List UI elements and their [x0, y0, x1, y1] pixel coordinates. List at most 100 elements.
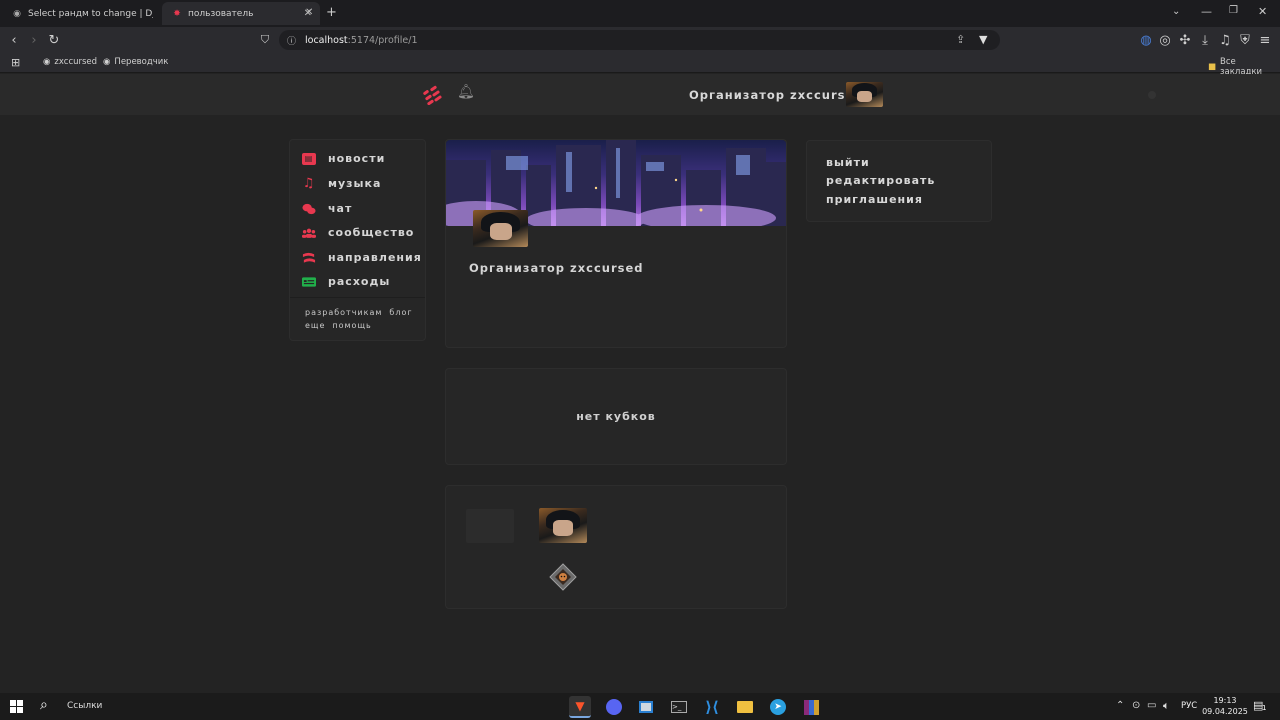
brand-logo-icon: ✸: [173, 8, 181, 19]
tab-django[interactable]: ◉ Select рандм to change | Django site: [2, 2, 158, 25]
sidebar-item-news[interactable]: ▤ новости: [302, 152, 385, 165]
profile-avatar[interactable]: [473, 210, 528, 247]
profile-actions-menu: выйти редактировать приглашения: [806, 140, 992, 222]
site-header: 🔔︎ Организатор zxccursed: [0, 74, 1280, 115]
placeholder-tile: [466, 509, 514, 543]
sidebar-item-label: сообщество: [328, 226, 415, 239]
download-icon[interactable]: ⤓: [1196, 31, 1214, 49]
members-card: [445, 485, 787, 609]
forward-icon[interactable]: ›: [25, 31, 43, 49]
apps-grid-icon[interactable]: ⊞: [11, 56, 20, 69]
site-info-icon[interactable]: ⓘ: [287, 34, 296, 47]
media-icon[interactable]: ♫: [1216, 31, 1234, 49]
restore-icon[interactable]: ❐: [1229, 5, 1238, 16]
bookmark-zxccursed[interactable]: ◉ zxccursed: [43, 57, 97, 67]
bookmark-icon[interactable]: ⛉: [256, 31, 274, 49]
more-link[interactable]: еще: [305, 321, 325, 330]
terminal-app-icon[interactable]: >_: [668, 696, 690, 718]
no-cups-text: нет кубков: [576, 410, 656, 423]
search-icon[interactable]: ⌕: [40, 697, 48, 713]
invites-link[interactable]: приглашения: [826, 193, 923, 206]
notification-count: 1: [1262, 704, 1267, 712]
profile-card: Организатор zxccursed: [445, 139, 787, 348]
sidebar-item-music[interactable]: ♫ музыка: [302, 176, 382, 191]
newspaper-icon: ▤: [302, 152, 316, 165]
sidebar-item-chat[interactable]: чат: [302, 202, 352, 215]
developers-link[interactable]: разработчикам: [305, 308, 382, 317]
chat-icon: [302, 203, 316, 215]
sidebar-item-label: чат: [328, 202, 353, 215]
sidebar-item-label: новости: [328, 152, 386, 165]
sidebar-divider: [290, 297, 425, 298]
sidebar-item-community[interactable]: сообщество: [302, 226, 414, 239]
folder-icon: ■: [1208, 62, 1217, 72]
winrar-app-icon[interactable]: [800, 696, 822, 718]
edit-link[interactable]: редактировать: [826, 174, 935, 187]
clock-date[interactable]: 09.04.2025: [1202, 707, 1248, 716]
extension-globe-icon[interactable]: ◍: [1137, 31, 1155, 49]
windows-taskbar: ⌕ Ссылки ▼ >_ ⟩⟨ ➤ ⌃ ⊙ ▭ 🔈︎ РУС 19:13 09…: [0, 693, 1280, 720]
browser-tab-bar: ◉ Select рандм to change | Django site ✸…: [0, 0, 1280, 27]
back-icon[interactable]: ‹: [5, 31, 23, 49]
brave-shield-icon[interactable]: ▼: [979, 33, 987, 46]
sidebar-footer-row-1: разработчикам блог: [305, 308, 413, 317]
share-icon[interactable]: ⇪: [956, 33, 965, 46]
telegram-app-icon[interactable]: ➤: [767, 696, 789, 718]
rank-badge-icon: [549, 563, 577, 591]
sidebar-footer-row-2: еще помощь: [305, 321, 372, 330]
sidebar-item-label: направления: [328, 251, 422, 264]
file-explorer-icon[interactable]: [734, 696, 756, 718]
address-bar[interactable]: ⓘ localhost:5174/profile/1 ⇪ ▼: [279, 30, 1000, 50]
menu-icon[interactable]: ≡: [1256, 31, 1274, 49]
logout-link[interactable]: выйти: [826, 156, 870, 169]
clock-time[interactable]: 19:13: [1205, 696, 1245, 705]
tab-title: Select рандм to change | Django site: [28, 8, 153, 19]
discord-app-icon[interactable]: [603, 696, 625, 718]
tray-app-icon[interactable]: ⊙: [1132, 700, 1140, 711]
tab-profile[interactable]: ✸ пользователь ✕: [162, 2, 320, 25]
minimize-icon[interactable]: —: [1201, 5, 1212, 18]
tab-search-icon[interactable]: ⌄: [1172, 6, 1180, 17]
window-app-icon[interactable]: [635, 696, 657, 718]
extensions-icon[interactable]: ✣: [1176, 31, 1194, 49]
globe-icon: ◉: [43, 57, 51, 67]
windows-start-icon[interactable]: [10, 700, 23, 713]
help-link[interactable]: помощь: [332, 321, 371, 330]
member-avatar[interactable]: [539, 508, 587, 543]
brave-app-icon[interactable]: ▼: [569, 696, 591, 718]
wallet-icon: [302, 276, 316, 288]
globe-icon: ◉: [103, 57, 111, 67]
sidebar-item-label: расходы: [328, 275, 391, 288]
close-tab-icon[interactable]: ✕: [305, 7, 313, 18]
brand-logo-icon[interactable]: [421, 83, 445, 105]
bookmark-translator[interactable]: ◉ Переводчик: [103, 57, 168, 67]
status-dot: [1148, 91, 1156, 99]
users-icon: [302, 227, 316, 239]
blog-link[interactable]: блог: [389, 308, 412, 317]
network-icon[interactable]: ▭: [1147, 700, 1156, 711]
globe-icon: ◉: [13, 8, 21, 19]
header-user-name[interactable]: Организатор zxccursed: [689, 88, 864, 102]
close-window-icon[interactable]: ✕: [1258, 5, 1267, 18]
language-indicator[interactable]: РУС: [1181, 701, 1197, 711]
vpn-icon[interactable]: ◎: [1156, 31, 1174, 49]
bell-icon[interactable]: 🔔︎: [457, 84, 475, 100]
volume-icon[interactable]: 🔈︎: [1163, 699, 1170, 713]
shield-icon[interactable]: ⛨: [1236, 31, 1254, 49]
sidebar-nav: ▤ новости ♫ музыка чат сообщество направ…: [289, 139, 426, 341]
reload-icon[interactable]: ↻: [45, 31, 63, 49]
sidebar-item-expenses[interactable]: расходы: [302, 275, 390, 288]
vscode-app-icon[interactable]: ⟩⟨: [701, 696, 723, 718]
tray-expand-icon[interactable]: ⌃: [1116, 700, 1124, 711]
bookmark-label: zxccursed: [54, 57, 98, 67]
directions-icon: [302, 252, 316, 264]
profile-name: Организатор zxccursed: [469, 261, 644, 275]
cups-card: нет кубков: [445, 368, 787, 465]
sidebar-item-directions[interactable]: направления: [302, 251, 422, 264]
sidebar-item-label: музыка: [328, 177, 382, 190]
bookmarks-bar: ⊞ ◉ zxccursed ◉ Переводчик ■ Все закладк…: [0, 53, 1280, 77]
header-avatar[interactable]: [846, 82, 883, 107]
url-host: localhost: [305, 34, 348, 46]
new-tab-icon[interactable]: +: [326, 5, 337, 20]
taskbar-search-label[interactable]: Ссылки: [67, 701, 102, 711]
